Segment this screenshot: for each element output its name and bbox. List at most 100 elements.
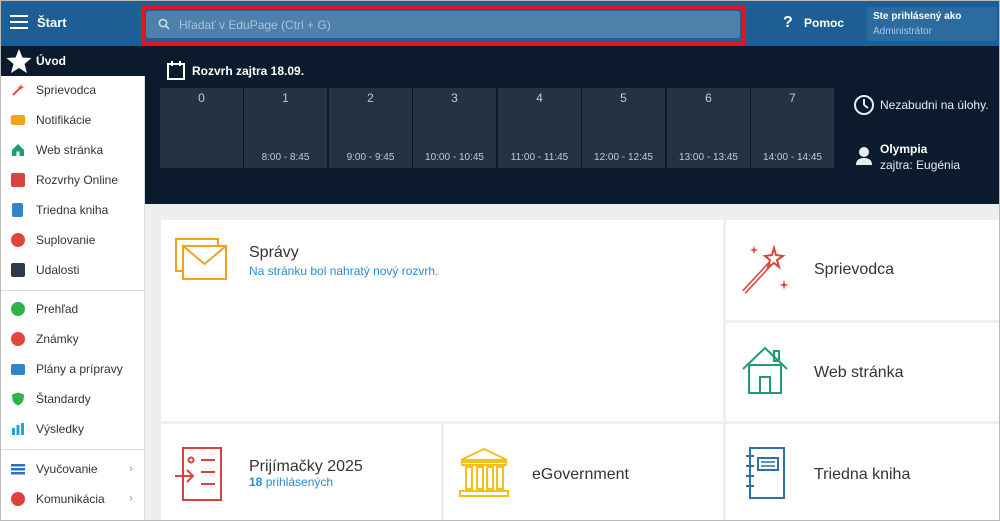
help-icon[interactable]: ? [783,14,793,32]
envelope-icon [175,238,227,280]
tile-subtitle[interactable]: 18 prihlásených [249,475,333,489]
sidebar-item-guide[interactable]: Sprievodca [1,76,145,104]
lesson-slot[interactable]: 5 12:00 - 12:45 [582,88,665,168]
lesson-number: 2 [367,91,374,105]
lesson-slot[interactable]: 4 11:00 - 11:45 [498,88,581,168]
sidebar-item-plans[interactable]: Plány a prípravy [1,355,145,383]
tile-subtitle[interactable]: Na stránku bol nahratý nový rozvrh. [249,264,438,278]
menu-icon[interactable] [10,15,28,29]
lesson-number: 7 [789,91,796,105]
lesson-slot[interactable]: 0 [160,88,243,168]
chevron-right-icon: › [129,491,133,505]
timetable-slots: 0 1 8:00 - 8:45 2 9:00 - 9:45 3 10:00 - 10:… [160,88,834,168]
tile-admissions[interactable]: Prijímačky 2025 18 prihlásených [161,424,441,520]
lesson-time: 13:00 - 13:45 [679,152,738,163]
person-icon [856,147,872,165]
app-window: Štart ? Pomoc Ste prihlásený ako Adminis… [0,0,1000,521]
sidebar: Úvod Sprievodca Notifikácie Web stránka … [1,46,145,520]
sidebar-item-results[interactable]: Výsledky [1,415,145,443]
tile-guide[interactable]: Sprievodca [726,220,999,320]
lesson-number: 1 [282,91,289,105]
chat-icon [11,492,25,506]
sidebar-item-label: Plány a prípravy [36,362,123,376]
lesson-time: 12:00 - 12:45 [594,152,653,163]
sidebar-item-home[interactable]: Úvod [1,46,145,76]
lesson-time: 8:00 - 8:45 [261,152,310,163]
help-link[interactable]: Pomoc [804,16,844,30]
lesson-time: 10:00 - 10:45 [425,152,484,163]
sidebar-item-label: Udalosti [36,263,80,277]
applicant-count: 18 [249,475,263,489]
tile-classbook[interactable]: Triedna kniha [726,424,999,520]
check-icon [11,302,25,316]
lesson-number: 0 [198,91,205,105]
sidebar-item-grades[interactable]: Známky [1,325,145,353]
sidebar-item-classbook[interactable]: Triedna kniha [1,196,145,224]
lesson-number: 5 [620,91,627,105]
house-icon [11,143,25,157]
lesson-slot[interactable]: 2 9:00 - 9:45 [329,88,412,168]
lesson-slot[interactable]: 1 8:00 - 8:45 [244,88,327,168]
sidebar-item-label: Výsledky [36,422,85,436]
sidebar-item-label: Rozvrhy Online [36,173,119,187]
magic-wand-icon [11,83,25,97]
user-role: Administrátor [873,26,932,37]
sidebar-item-website[interactable]: Web stránka [1,136,145,164]
sidebar-item-teaching[interactable]: Vyučovanie › [1,455,145,483]
calendar-grid-icon [11,173,25,187]
book-icon [12,203,23,217]
tile-title: Prijímačky 2025 [249,458,363,475]
sidebar-item-label: Web stránka [36,143,104,157]
top-bar: Štart ? Pomoc Ste prihlásený ako Adminis… [1,1,999,46]
lesson-slot[interactable]: 6 13:00 - 13:45 [667,88,750,168]
bar-chart-icon [11,422,25,436]
sidebar-item-notifications[interactable]: Notifikácie [1,106,145,134]
sidebar-item-label: Komunikácia [36,492,105,506]
sidebar-item-label: Sprievodca [36,83,97,97]
nameday-tomorrow: zajtra: Eugénia [880,158,961,172]
lesson-number: 4 [536,91,543,105]
tile-egovernment[interactable]: eGovernment [444,424,723,520]
brand-title[interactable]: Štart [37,15,67,30]
sidebar-divider [1,290,145,291]
sidebar-item-label: Notifikácie [36,113,92,127]
sidebar-item-standards[interactable]: Štandardy [1,385,145,413]
sidebar-item-label: Známky [36,332,79,346]
lesson-slot[interactable]: 7 14:00 - 14:45 [751,88,834,168]
search-icon [158,18,170,30]
sidebar-item-communication[interactable]: Komunikácia › [1,485,145,513]
lesson-number: 3 [451,91,458,105]
sidebar-item-overview[interactable]: Prehľad [1,295,145,323]
task-reminder[interactable]: Nezabudni na úlohy. [880,98,989,112]
search-box[interactable] [146,11,740,38]
lesson-slot[interactable]: 3 10:00 - 10:45 [413,88,496,168]
timetable-title[interactable]: Rozvrh zajtra 18.09. [192,64,304,78]
envelope-icon [11,115,25,125]
sidebar-divider [1,449,145,450]
chevron-right-icon: › [129,461,133,475]
substitute-icon [11,233,25,247]
search-input[interactable] [179,15,699,34]
tile-title: eGovernment [532,466,629,483]
sidebar-item-label: Prehľad [36,302,79,316]
applicant-count-label: prihlásených [265,475,334,489]
sidebar-item-label: Štandardy [36,392,91,406]
shield-icon [11,392,25,406]
sidebar-item-timetables[interactable]: Rozvrhy Online [1,166,145,194]
sidebar-item-substitution[interactable]: Suplovanie [1,226,145,254]
clock-icon [854,95,874,115]
sidebar-item-label: Suplovanie [36,233,96,247]
user-menu[interactable]: Ste prihlásený ako Administrátor [867,7,997,41]
sidebar-item-events[interactable]: Udalosti [1,256,145,284]
grades-icon [11,332,25,346]
user-status: Ste prihlásený ako [873,11,962,22]
tile-title: Triedna kniha [814,466,911,483]
tile-website[interactable]: Web stránka [726,323,999,421]
lesson-number: 6 [705,91,712,105]
tile-title: Správy [249,244,299,261]
event-calendar-icon [11,263,25,277]
tile-messages[interactable]: Správy Na stránku bol nahratý nový rozvr… [161,220,723,421]
government-building-icon [459,447,509,497]
nameday-name: Olympia [880,142,928,156]
house-icon [742,346,788,394]
